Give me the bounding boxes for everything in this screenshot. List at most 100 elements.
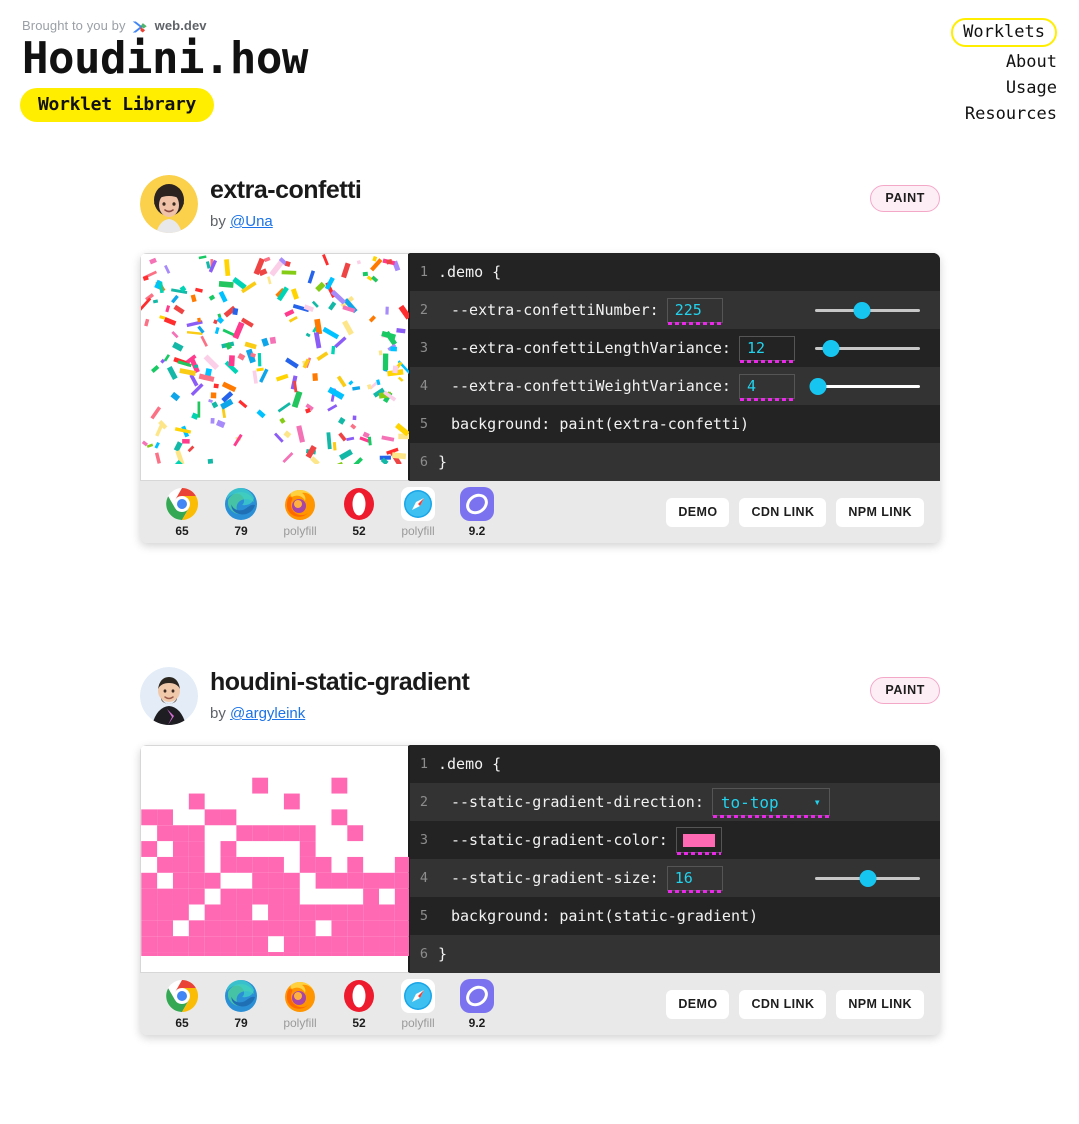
demo-button[interactable]: DEMO <box>666 497 730 527</box>
code-line-property: 2 --extra-confettiNumber: 225 <box>410 291 940 329</box>
browser-support-firefox: polyfill <box>280 487 320 538</box>
number-input[interactable]: 225 <box>666 297 723 325</box>
property-name: --static-gradient-direction: <box>451 793 704 811</box>
line-number: 2 <box>419 794 429 810</box>
author-link[interactable]: @Una <box>230 213 273 230</box>
slider-thumb[interactable] <box>853 301 871 319</box>
browser-support-firefox: polyfill <box>280 979 320 1030</box>
line-number: 4 <box>419 378 429 394</box>
npm-link-button[interactable]: NPM LINK <box>836 497 924 527</box>
card-footer: 65 79 polyfill 52 polyfill 9.2 DEMO CDN LINK … <box>140 481 940 543</box>
code-line: 5 background: paint(static-gradient) <box>410 897 940 935</box>
code-line: 1 .demo { <box>410 253 940 291</box>
worklet-title: extra-confetti <box>210 176 362 204</box>
slider-thumb[interactable] <box>809 377 827 395</box>
line-number: 5 <box>419 908 429 924</box>
browser-version-label: 65 <box>175 523 189 538</box>
firefox-icon <box>283 487 317 521</box>
opera-icon <box>342 979 376 1013</box>
browser-version-label: 9.2 <box>468 1015 486 1030</box>
edge-icon <box>224 979 258 1013</box>
property-name: --extra-confettiNumber: <box>451 301 659 319</box>
webdev-brand-label: web.dev <box>154 18 207 33</box>
browser-support-chrome: 65 <box>162 979 202 1030</box>
code-line: 5 background: paint(extra-confetti) <box>410 405 940 443</box>
demo-button[interactable]: DEMO <box>666 989 730 1019</box>
number-input[interactable]: 4 <box>738 373 795 401</box>
avatar <box>140 175 198 233</box>
number-input[interactable]: 16 <box>666 865 723 893</box>
by-label: by <box>210 213 226 230</box>
site-title: Houdini.how <box>22 33 308 84</box>
status-badge: PAINT <box>870 185 940 212</box>
edge-icon <box>224 487 258 521</box>
npm-link-button[interactable]: NPM LINK <box>836 989 924 1019</box>
worklet-header: extra-confetti by @Una PAINT <box>140 175 1079 253</box>
range-slider[interactable] <box>815 868 920 888</box>
safari-icon <box>401 978 435 1013</box>
line-number: 2 <box>419 302 429 318</box>
code-line-property: 4 --static-gradient-size: 16 <box>410 859 940 897</box>
range-slider[interactable] <box>815 338 920 358</box>
code-line: 1 .demo { <box>410 745 940 783</box>
card-body: 1 .demo { 2 --extra-confettiNumber: 225 <box>140 253 940 481</box>
property-value: 12 <box>746 339 766 357</box>
browser-support-chrome: 65 <box>162 487 202 538</box>
browser-version-label: polyfill <box>283 523 317 538</box>
property-name: --extra-confettiWeightVariance: <box>451 377 731 395</box>
nav-item-resources[interactable]: Resources <box>951 102 1057 126</box>
card-actions: DEMO CDN LINK NPM LINK <box>666 989 924 1019</box>
browser-support-samsung-internet: 9.2 <box>457 978 497 1030</box>
cdn-link-button[interactable]: CDN LINK <box>739 989 827 1019</box>
gradient-preview <box>140 745 411 973</box>
avatar <box>140 667 198 725</box>
slider-thumb[interactable] <box>822 339 840 357</box>
firefox-icon <box>283 979 317 1013</box>
cdn-link-button[interactable]: CDN LINK <box>739 497 827 527</box>
browser-support-edge: 79 <box>221 979 261 1030</box>
browser-version-label: polyfill <box>283 1015 317 1030</box>
browser-support-samsung-internet: 9.2 <box>457 486 497 538</box>
color-picker[interactable] <box>675 827 722 855</box>
confetti-preview <box>140 253 412 481</box>
browser-version-label: 65 <box>175 1015 189 1030</box>
browser-version-label: 52 <box>352 523 366 538</box>
slider-thumb[interactable] <box>859 869 876 887</box>
code-panel: 1 .demo { 2 --static-gradient-direction:… <box>410 745 940 973</box>
property-name: --extra-confettiLengthVariance: <box>451 339 731 357</box>
line-number: 1 <box>419 264 429 280</box>
number-input[interactable]: 12 <box>738 335 795 363</box>
browser-support-list: 65 79 polyfill 52 polyfill 9.2 <box>162 486 497 538</box>
code-text: } <box>438 453 448 471</box>
browser-version-label: 52 <box>352 1015 366 1030</box>
status-badge: PAINT <box>870 677 940 704</box>
code-text: .demo { <box>438 755 502 773</box>
chevron-down-icon: ▾ <box>813 795 821 809</box>
line-number: 5 <box>419 416 429 432</box>
author-link[interactable]: @argyleink <box>230 705 305 722</box>
browser-support-safari: polyfill <box>398 978 438 1030</box>
chrome-icon <box>165 979 199 1013</box>
nav-item-worklets[interactable]: Worklets <box>951 18 1057 47</box>
browser-version-label: 79 <box>234 1015 248 1030</box>
range-slider[interactable] <box>815 300 920 320</box>
line-number: 6 <box>419 454 429 470</box>
nav-item-about[interactable]: About <box>951 50 1057 74</box>
browser-version-label: 79 <box>234 523 248 538</box>
worklet-demo-card: 1 .demo { 2 --extra-confettiNumber: 225 <box>140 253 940 543</box>
nav-item-usage[interactable]: Usage <box>951 76 1057 100</box>
direction-select[interactable]: to-top ▾ <box>711 788 830 818</box>
dotted-underline <box>667 889 722 893</box>
dotted-underline <box>676 852 721 855</box>
property-value: 4 <box>746 377 756 395</box>
brought-to-you-by: Brought to you by web.dev <box>22 18 207 33</box>
range-slider[interactable] <box>809 376 920 396</box>
property-name: --static-gradient-size: <box>451 869 659 887</box>
code-line-property: 3 --static-gradient-color: <box>410 821 940 859</box>
code-line-property: 4 --extra-confettiWeightVariance: 4 <box>410 367 940 405</box>
browser-support-safari: polyfill <box>398 486 438 538</box>
page-root: Brought to you by web.dev Houdini.how Wo… <box>0 0 1079 1124</box>
site-subtitle-pill: Worklet Library <box>20 88 215 122</box>
worklet-author-line: by @argyleink <box>210 705 305 722</box>
code-line: 6 } <box>410 443 940 481</box>
